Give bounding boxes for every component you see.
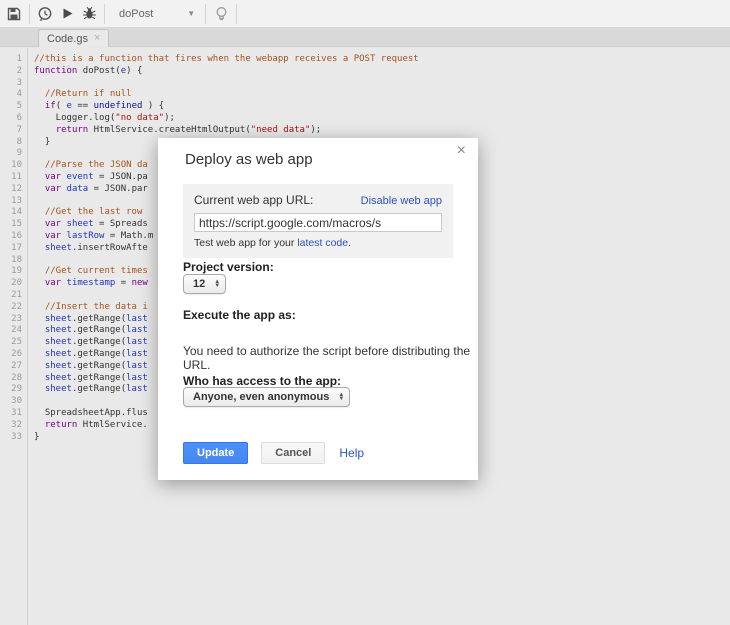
line-number: 20 [0, 278, 22, 290]
save-icon [7, 7, 21, 21]
toolbar-separator [236, 4, 237, 24]
line-number: 10 [0, 160, 22, 172]
toolbar-separator [29, 4, 30, 24]
latest-code-link[interactable]: latest code [297, 237, 348, 249]
line-number: 18 [0, 255, 22, 267]
line-number: 32 [0, 420, 22, 432]
bug-icon [82, 6, 97, 21]
line-number: 22 [0, 302, 22, 314]
line-number: 15 [0, 219, 22, 231]
line-number: 7 [0, 125, 22, 137]
function-selector-value: doPost [119, 8, 153, 20]
line-number: 31 [0, 408, 22, 420]
web-app-url-section: Current web app URL: Disable web app Tes… [183, 184, 453, 258]
code-line [34, 78, 730, 90]
chevron-down-icon: ▼ [187, 9, 195, 18]
tab-close-icon[interactable]: × [94, 33, 100, 44]
line-number: 12 [0, 184, 22, 196]
line-number: 8 [0, 137, 22, 149]
line-number: 23 [0, 314, 22, 326]
save-button[interactable] [3, 3, 25, 25]
code-line: return HtmlService.createHtmlOutput("nee… [34, 125, 730, 137]
code-line: Logger.log("no data"); [34, 113, 730, 125]
update-button[interactable]: Update [183, 442, 248, 464]
execute-as-label: Execute the app as: [183, 308, 296, 322]
line-number: 26 [0, 349, 22, 361]
line-number: 16 [0, 231, 22, 243]
project-version-select[interactable]: 12 ▲▼ [183, 274, 226, 294]
project-version-value: 12 [193, 278, 205, 290]
line-number-gutter: 1234567891011121314151617181920212223242… [0, 48, 28, 625]
line-number: 17 [0, 243, 22, 255]
tab-code-gs[interactable]: Code.gs × [38, 29, 109, 47]
cancel-button[interactable]: Cancel [261, 442, 325, 464]
dialog-buttons: Update Cancel Help [183, 442, 364, 464]
line-number: 28 [0, 373, 22, 385]
stepper-arrows-icon: ▲▼ [214, 280, 220, 289]
line-number: 3 [0, 78, 22, 90]
code-line: //Return if null [34, 89, 730, 101]
code-line: //this is a function that fires when the… [34, 54, 730, 66]
toolbar-separator [104, 4, 105, 24]
close-icon[interactable]: × [457, 142, 466, 160]
history-button[interactable] [34, 3, 56, 25]
line-number: 29 [0, 384, 22, 396]
line-number: 2 [0, 66, 22, 78]
line-number: 4 [0, 89, 22, 101]
line-number: 11 [0, 172, 22, 184]
function-selector[interactable]: doPost ▼ [109, 3, 201, 25]
tab-label: Code.gs [47, 33, 88, 45]
line-number: 21 [0, 290, 22, 302]
line-number: 1 [0, 54, 22, 66]
web-app-url-input[interactable] [194, 213, 442, 232]
line-number: 19 [0, 266, 22, 278]
help-link[interactable]: Help [339, 446, 364, 460]
test-text-prefix: Test web app for your [194, 237, 297, 249]
project-version-label: Project version: [183, 260, 274, 274]
line-number: 14 [0, 207, 22, 219]
disable-web-app-link[interactable]: Disable web app [361, 195, 442, 207]
line-number: 9 [0, 148, 22, 160]
line-number: 24 [0, 325, 22, 337]
tab-bar: Code.gs × [0, 28, 730, 47]
toolbar: doPost ▼ [0, 0, 730, 28]
test-text-suffix: . [348, 237, 351, 249]
line-number: 13 [0, 196, 22, 208]
line-number: 5 [0, 101, 22, 113]
line-number: 30 [0, 396, 22, 408]
access-label: Who has access to the app: [183, 374, 341, 388]
stepper-arrows-icon: ▲▼ [338, 393, 344, 402]
code-line: if( e == undefined ) { [34, 101, 730, 113]
deploy-dialog: × Deploy as web app Current web app URL:… [158, 138, 478, 480]
line-number: 25 [0, 337, 22, 349]
suggestions-button[interactable] [210, 3, 232, 25]
authorize-notice: You need to authorize the script before … [183, 344, 478, 372]
debug-button[interactable] [78, 3, 100, 25]
play-icon [61, 7, 74, 20]
test-web-app-text: Test web app for your latest code. [194, 237, 442, 249]
history-clock-icon [37, 6, 53, 22]
dialog-title: Deploy as web app [185, 151, 313, 168]
current-url-label: Current web app URL: [194, 193, 313, 207]
lightbulb-icon [214, 6, 229, 22]
run-button[interactable] [56, 3, 78, 25]
line-number: 6 [0, 113, 22, 125]
line-number: 27 [0, 361, 22, 373]
code-line: function doPost(e) { [34, 66, 730, 78]
access-select-value: Anyone, even anonymous [193, 391, 329, 403]
line-number: 33 [0, 432, 22, 444]
access-select[interactable]: Anyone, even anonymous ▲▼ [183, 387, 350, 407]
toolbar-separator [205, 4, 206, 24]
